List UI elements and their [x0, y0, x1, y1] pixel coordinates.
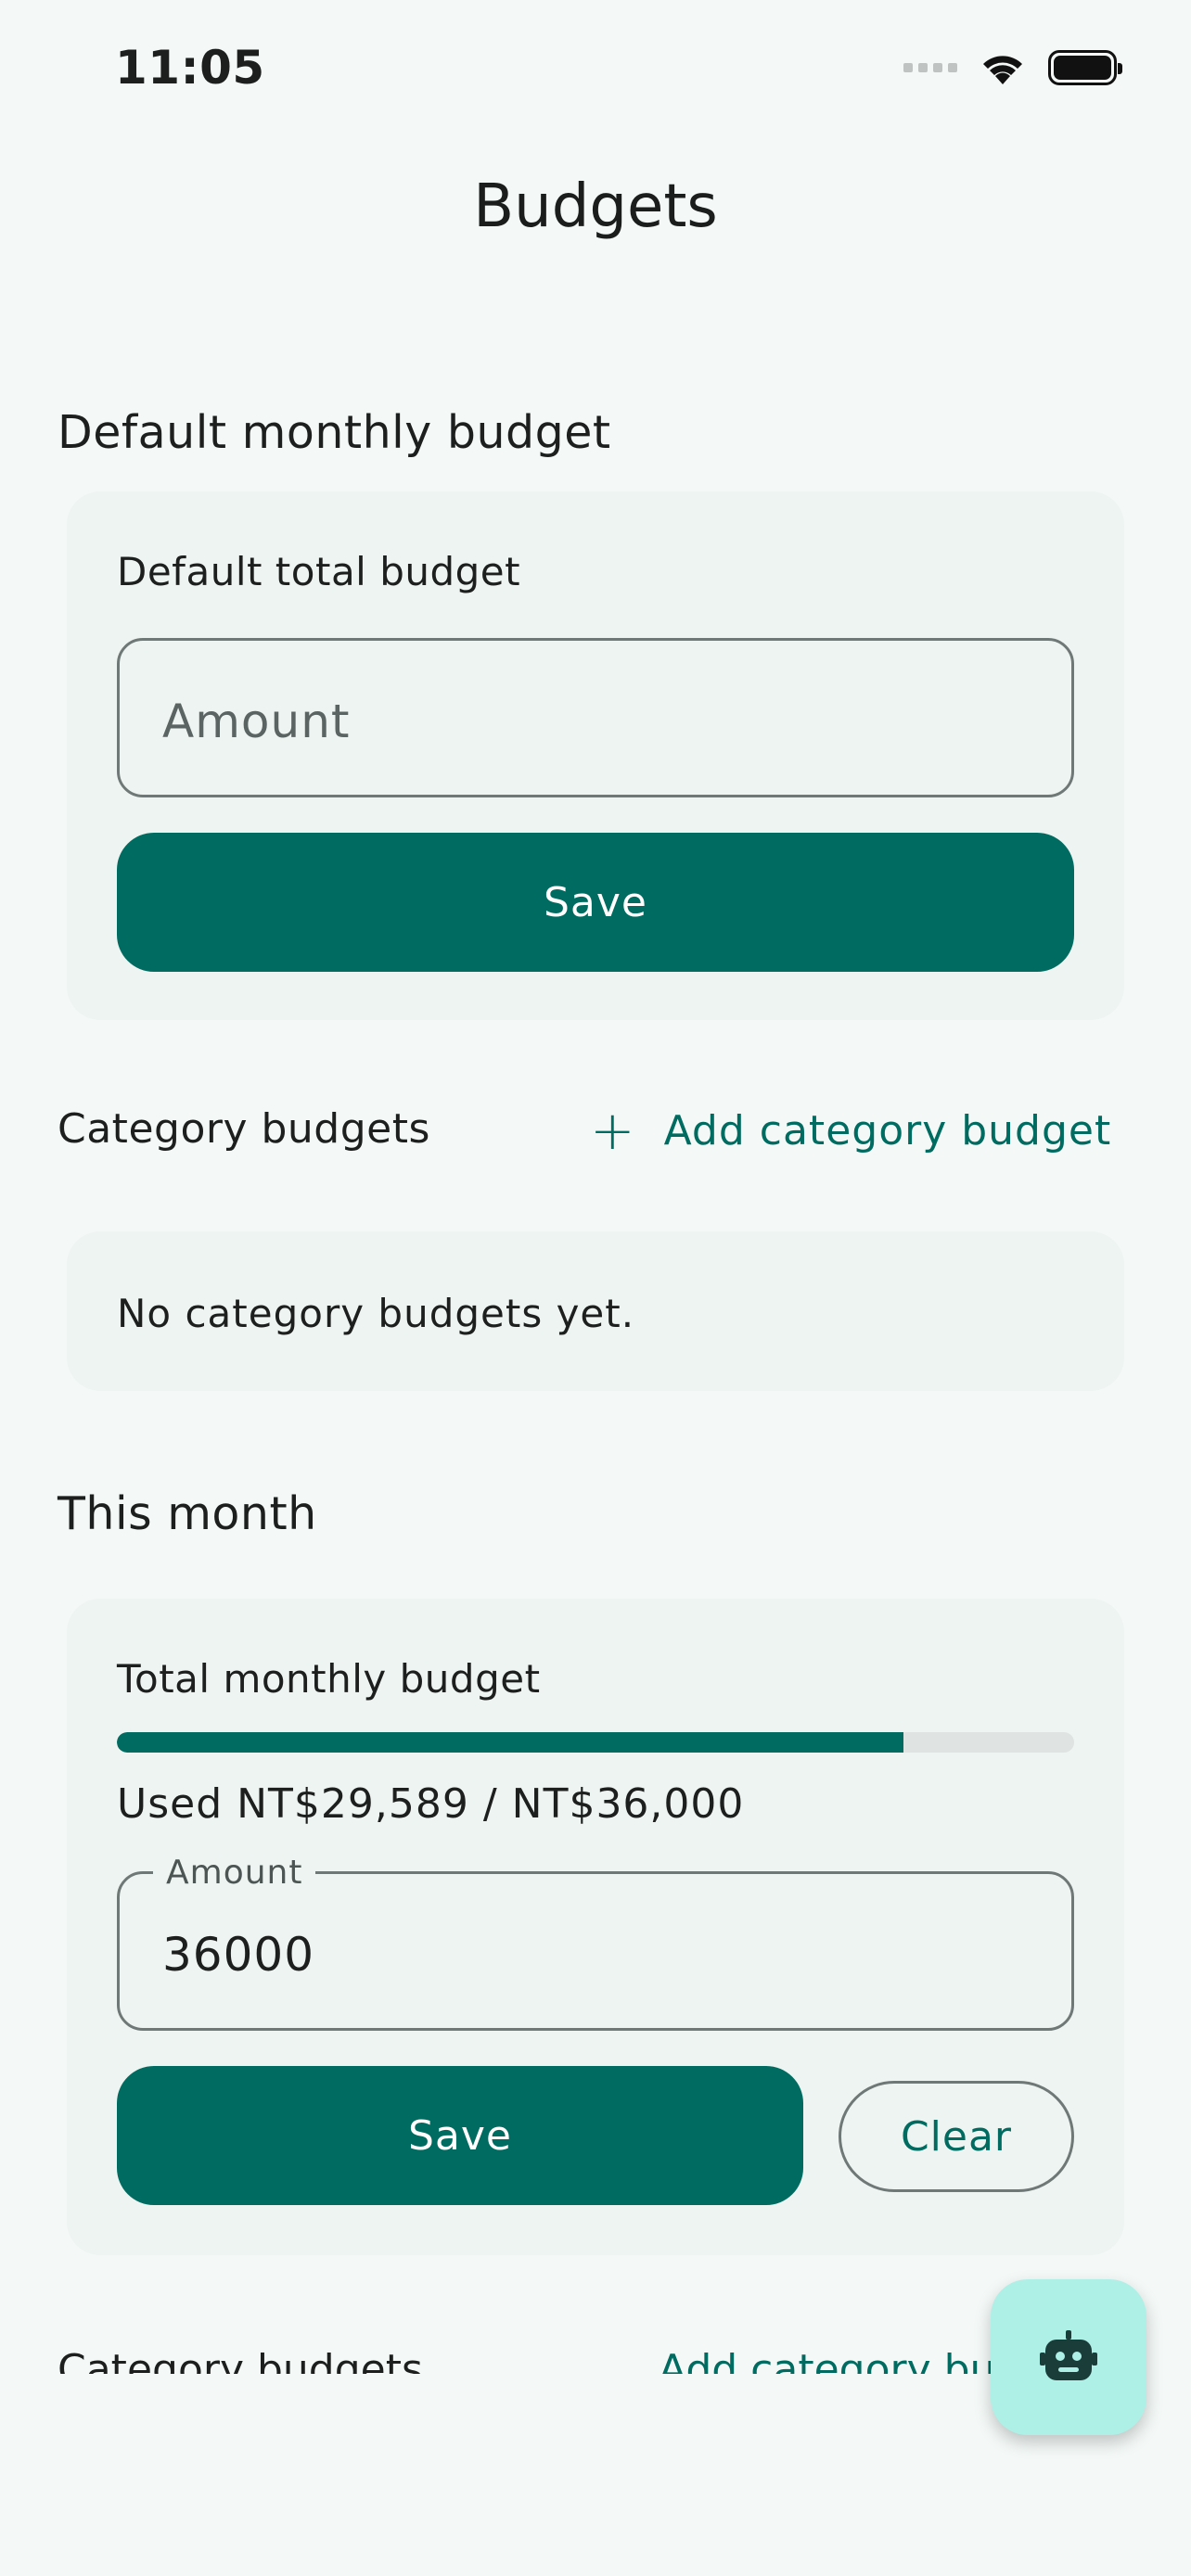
add-category-budget-label: Add category budget	[663, 1106, 1112, 1154]
budgets-screen: 11:05 Budgets Default monthly budget Def…	[0, 0, 1191, 2576]
default-budget-section-title: Default monthly budget	[58, 406, 611, 459]
month-save-button[interactable]: Save	[117, 2066, 803, 2205]
add-category-budget-button[interactable]: + Add category budget	[590, 1103, 1111, 1157]
default-amount-placeholder: Amount	[162, 695, 351, 748]
status-icons	[903, 45, 1122, 91]
month-amount-value: 36000	[162, 1928, 315, 1982]
month-amount-input[interactable]: Amount 36000	[117, 1854, 1074, 2031]
category-budgets-card: No category budgets yet.	[67, 1231, 1124, 1391]
plus-icon: +	[590, 1099, 636, 1162]
total-monthly-budget-label: Total monthly budget	[117, 1656, 541, 1702]
month-clear-button[interactable]: Clear	[839, 2081, 1074, 2192]
assistant-fab-button[interactable]	[991, 2279, 1146, 2435]
month-amount-label: Amount	[153, 1854, 316, 1892]
cellular-signal-icon	[903, 63, 957, 72]
no-category-budgets-text: No category budgets yet.	[117, 1291, 635, 1336]
default-total-budget-label: Default total budget	[117, 549, 521, 594]
category-budgets-section-title: Category budgets	[58, 1105, 430, 1153]
status-bar: 11:05	[0, 0, 1191, 139]
default-budget-card: Default total budget Amount Save	[67, 491, 1124, 1020]
budget-used-text: Used NT$29,589 / NT$36,000	[117, 1780, 745, 1828]
page-title: Budgets	[473, 172, 718, 241]
cutoff-left-text: Category budgets	[58, 2346, 423, 2374]
robot-icon	[1040, 2330, 1097, 2380]
status-time: 11:05	[115, 41, 265, 95]
default-amount-input[interactable]: Amount	[117, 638, 1074, 797]
this-month-section-title: This month	[58, 1487, 317, 1540]
default-save-button[interactable]: Save	[117, 833, 1074, 972]
budget-progress-fill	[117, 1732, 904, 1753]
this-month-card: Total monthly budget Used NT$29,589 / NT…	[67, 1599, 1124, 2255]
wifi-icon	[983, 56, 1022, 84]
battery-icon	[1048, 50, 1122, 85]
budget-progress-bar	[117, 1732, 1074, 1753]
